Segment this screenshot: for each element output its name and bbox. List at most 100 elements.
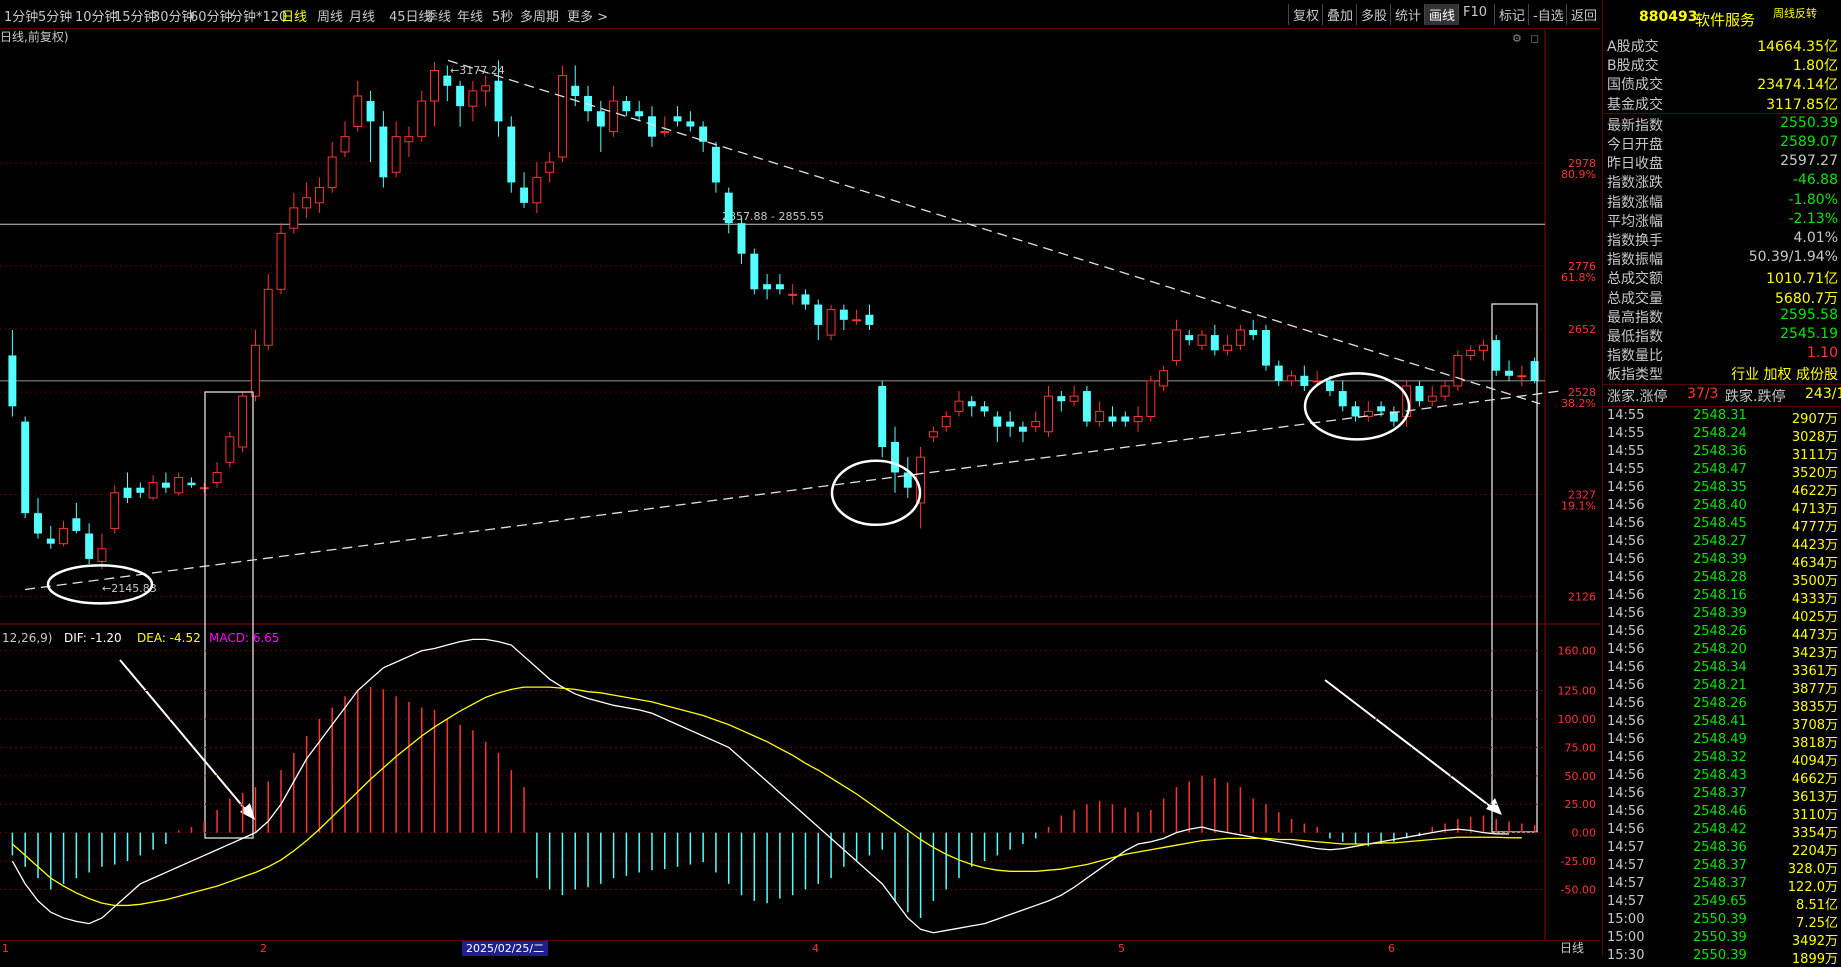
dif-line [11, 638, 1510, 934]
candle-body [1108, 416, 1117, 422]
candle-body [46, 538, 55, 544]
tick-time: 14:56 [1607, 570, 1645, 586]
candle-body [494, 80, 503, 122]
stat-value: -2.13% [1788, 210, 1838, 227]
tick-volume: 4094万 [1791, 754, 1838, 770]
tick-volume: 3423万 [1791, 646, 1838, 662]
candle-body [980, 406, 989, 412]
tick-time: 14:56 [1607, 768, 1645, 784]
tick-volume: 4777万 [1791, 520, 1838, 536]
stat-row: 指数涨幅 -1.80% [1603, 192, 1841, 211]
tick-row: 14:56 2548.39 4634万 [1603, 552, 1841, 571]
tick-time: 14:56 [1607, 750, 1645, 766]
stat-row: 最低指数 2545.19 [1603, 326, 1841, 345]
arrow-head [1486, 798, 1502, 815]
candle-body [1133, 415, 1143, 423]
tick-time: 14:56 [1607, 606, 1645, 622]
tick-volume: 3028万 [1791, 430, 1838, 446]
candle-body [878, 385, 887, 448]
tick-price: 2548.40 [1693, 498, 1747, 514]
candle-body [1082, 391, 1091, 422]
stat-row: 平均涨幅 -2.13% [1603, 211, 1841, 230]
stat-label: 指数量比 [1607, 348, 1663, 365]
dea-label: DEA: -4.52 [137, 631, 201, 645]
stat-value: 2545.19 [1780, 326, 1838, 342]
tick-row: 14:55 2548.36 3111万 [1603, 444, 1841, 464]
tick-price: 2548.35 [1693, 480, 1747, 496]
tick-row: 14:56 2548.21 3877万 [1603, 678, 1841, 698]
stat-value: 1010.71亿 [1766, 271, 1838, 288]
tick-row: 14:56 2548.49 3818万 [1603, 732, 1841, 751]
candle-body [212, 471, 222, 484]
candle-body [557, 75, 567, 158]
candle-body [520, 187, 529, 203]
resistance-trendline [447, 59, 1541, 405]
tick-time: 14:56 [1607, 552, 1645, 568]
stat-label: A股成交 [1607, 39, 1659, 55]
tick-volume: 3835万 [1791, 700, 1838, 716]
stat-value: -46.88 [1792, 172, 1838, 189]
candle-body [1121, 416, 1130, 422]
candle-body [1197, 334, 1207, 346]
tick-row: 14:56 2548.39 4025万 [1603, 606, 1841, 625]
candle-body [865, 314, 874, 325]
tick-volume: 3111万 [1791, 448, 1838, 464]
stat-row: 国债成交 23474.14亿 [1603, 74, 1841, 93]
tick-time: 14:56 [1607, 624, 1645, 640]
stat-value: 23474.14亿 [1757, 77, 1838, 94]
tick-row: 14:56 2548.28 3500万 [1603, 570, 1841, 589]
tick-time: 14:56 [1607, 786, 1645, 802]
tick-time: 15:00 [1607, 930, 1645, 946]
stat-label: 国债成交 [1607, 77, 1663, 94]
tick-row: 14:56 2548.41 3708万 [1603, 714, 1841, 733]
candle-body [72, 518, 81, 531]
candle-body [596, 111, 605, 127]
candle-body [468, 90, 478, 107]
tick-price: 2548.36 [1693, 444, 1747, 460]
tick-row: 15:00 2550.39 3492万 [1603, 930, 1841, 949]
tick-row: 14:57 2548.37 122.0万 [1603, 876, 1841, 895]
right-info-panel: 880493 软件服务 周线反转 A股成交 14664.35亿 B股成交 1.80亿国… [1602, 0, 1841, 967]
candle-body [609, 100, 619, 133]
candle-body [136, 487, 145, 493]
candle-body [763, 284, 772, 290]
stat-row: 指数换手 4.01% [1603, 230, 1841, 249]
tick-row: 14:55 2548.47 3520万 [1603, 462, 1841, 481]
candle-body [1466, 349, 1476, 356]
tick-time: 14:55 [1607, 462, 1645, 478]
candle-body [1415, 385, 1424, 402]
window-icon: ◻ [1530, 32, 1539, 45]
stat-row: 总成交额 1010.71亿 [1603, 268, 1841, 287]
candle-body [379, 126, 388, 178]
tick-row: 14:56 2548.37 3613万 [1603, 786, 1841, 805]
tick-price: 2550.39 [1693, 912, 1747, 928]
candle-body [1146, 380, 1156, 417]
candle-body [340, 136, 350, 153]
tick-price: 2548.16 [1693, 588, 1747, 604]
candlestick-chart: 297880.9%277661.8%2652252838.2%232719.1%… [0, 28, 1600, 956]
candle-body [1018, 426, 1027, 432]
tick-time: 14:56 [1607, 642, 1645, 658]
tick-row: 14:56 2548.42 3354万 [1603, 822, 1841, 842]
macd-params-label: 12,26,9) [2, 631, 52, 645]
tick-volume: 3877万 [1791, 682, 1838, 698]
index-name: 软件服务 [1695, 11, 1756, 29]
macd-tick-label: 25.00 [1565, 798, 1597, 811]
tick-volume: 4622万 [1791, 484, 1838, 500]
tick-price: 2549.65 [1693, 894, 1747, 910]
tick-price: 2548.20 [1693, 642, 1747, 658]
type-value[interactable]: 行业 加权 成份股 [1731, 364, 1838, 384]
stat-value: 2595.58 [1780, 306, 1838, 323]
stat-value: 1.10 [1806, 345, 1838, 362]
candle-body [1069, 395, 1079, 402]
tick-row: 14:56 2548.34 3361万 [1603, 660, 1841, 679]
candle-body [1505, 370, 1513, 376]
tick-time: 14:55 [1607, 408, 1645, 424]
candle-body [967, 401, 976, 407]
macd-tick-label: 50.00 [1565, 770, 1597, 783]
tick-price: 2548.26 [1693, 696, 1747, 712]
candle-body [404, 136, 414, 143]
candle-body [1210, 335, 1219, 351]
tick-volume: 3354万 [1791, 826, 1838, 842]
candle-body [660, 131, 670, 134]
